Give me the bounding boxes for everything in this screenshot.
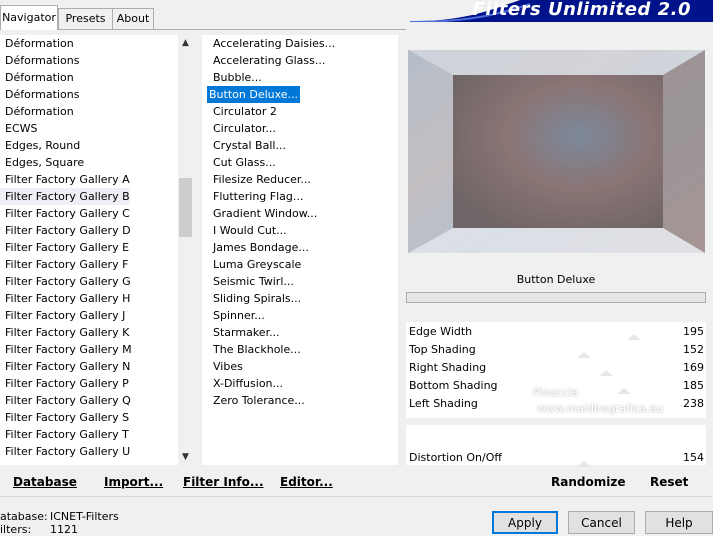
filter-info-button[interactable]: Filter Info... [183, 475, 264, 489]
status-database-value: ICNET-Filters [50, 510, 119, 523]
filter-item[interactable]: Cut Glass... [208, 154, 276, 171]
reset-button[interactable]: Reset [650, 475, 688, 489]
help-button[interactable]: Help [645, 511, 713, 534]
filter-item[interactable]: Accelerating Glass... [208, 52, 325, 69]
watermark-name: Pinuccia [533, 386, 579, 399]
tab-divider [0, 29, 406, 30]
watermark-url: www.maidiregrafica.eu [537, 402, 664, 415]
scroll-thumb[interactable] [179, 178, 192, 237]
import-button[interactable]: Import... [104, 475, 163, 489]
category-item[interactable]: Edges, Round [0, 137, 80, 154]
category-item[interactable]: Edges, Square [0, 154, 84, 171]
param-label: Top Shading [409, 343, 476, 356]
category-item[interactable]: Filter Factory Gallery K [0, 324, 129, 341]
filter-item[interactable]: X-Diffusion... [208, 375, 283, 392]
category-item[interactable]: Filter Factory Gallery E [0, 239, 129, 256]
apply-button[interactable]: Apply [492, 511, 558, 534]
category-item[interactable]: Filter Factory Gallery D [0, 222, 131, 239]
cancel-button[interactable]: Cancel [568, 511, 635, 534]
category-item[interactable]: Filter Factory Gallery B [0, 188, 130, 205]
tab-about[interactable]: About [112, 8, 154, 29]
filter-item[interactable]: Circulator... [208, 120, 276, 137]
status-filters-value: 1121 [50, 523, 78, 536]
category-item[interactable]: Déformations [0, 52, 79, 69]
filter-item[interactable]: James Bondage... [208, 239, 309, 256]
category-item[interactable]: Filter Factory Gallery U [0, 443, 130, 460]
scroll-down-icon[interactable]: ▼ [178, 449, 193, 465]
param-value: 195 [683, 325, 704, 338]
slider-thumb[interactable] [577, 352, 591, 358]
filter-item[interactable]: Fluttering Flag... [208, 188, 303, 205]
filter-item[interactable]: Luma Greyscale [208, 256, 301, 273]
category-item[interactable]: Déformation [0, 69, 74, 86]
tab-presets[interactable]: Presets [58, 8, 113, 29]
filter-item[interactable]: Vibes [208, 358, 243, 375]
footer-divider [0, 496, 713, 497]
status-filters-label: ilters: [0, 523, 32, 536]
filter-item[interactable]: Spinner... [208, 307, 265, 324]
filter-name: Button Deluxe [516, 273, 596, 286]
param-value: 154 [683, 451, 704, 464]
filter-item[interactable]: Gradient Window... [208, 205, 317, 222]
preview-pane [402, 35, 713, 261]
preview-image [408, 50, 705, 253]
category-item[interactable]: Filter Factory Gallery P [0, 375, 129, 392]
filter-item[interactable]: Filesize Reducer... [208, 171, 311, 188]
watermark-logo [501, 368, 527, 401]
editor-button[interactable]: Editor... [280, 475, 333, 489]
category-item[interactable]: Filter Factory Gallery M [0, 341, 132, 358]
param-label: Distortion On/Off [409, 451, 502, 464]
category-item[interactable]: Filter Factory Gallery G [0, 273, 131, 290]
app-title: Filters Unlimited 2.0 [472, 0, 691, 20]
category-item[interactable]: Filter Factory Gallery A [0, 171, 130, 188]
category-item[interactable]: Filter Factory Gallery C [0, 205, 130, 222]
watermark: Pinuccia www.maidiregrafica.eu [495, 366, 695, 416]
param-value: 152 [683, 343, 704, 356]
status-database-label: atabase: [0, 510, 48, 523]
category-item[interactable]: Filter Factory Gallery N [0, 358, 130, 375]
filter-item[interactable]: Crystal Ball... [208, 137, 286, 154]
category-scrollbar[interactable]: ▲ ▼ [178, 35, 193, 465]
category-item[interactable]: ECWS [0, 120, 38, 137]
param-distortion[interactable]: Distortion On/Off 154 [406, 449, 706, 466]
filter-item[interactable]: The Blackhole... [208, 341, 301, 358]
database-button[interactable]: Database [13, 475, 77, 489]
filter-item[interactable]: Button Deluxe... [207, 86, 301, 103]
category-item[interactable]: Filter Factory Gallery J [0, 307, 125, 324]
category-item[interactable]: Filter Factory Gallery T [0, 426, 129, 443]
category-item[interactable]: Déformations [0, 86, 79, 103]
filter-progress-bar [406, 292, 706, 303]
category-item[interactable]: Filter Factory Gallery Q [0, 392, 131, 409]
filter-list[interactable]: Accelerating Daisies... Accelerating Glas… [202, 35, 398, 465]
param-label: Left Shading [409, 397, 478, 410]
param-label: Right Shading [409, 361, 487, 374]
filter-item[interactable]: I Would Cut... [208, 222, 287, 239]
filter-item[interactable]: Starmaker... [208, 324, 280, 341]
category-item[interactable]: Filter Factory Gallery S [0, 409, 129, 426]
param-edge-width[interactable]: Edge Width 195 [406, 323, 706, 340]
category-item[interactable]: Déformation [0, 35, 74, 52]
param-label: Edge Width [409, 325, 473, 338]
filter-item[interactable]: Zero Tolerance... [208, 392, 305, 409]
param-top-shading[interactable]: Top Shading 152 [406, 341, 706, 358]
scroll-up-icon[interactable]: ▲ [178, 35, 193, 51]
category-item[interactable]: Filter Factory Gallery F [0, 256, 128, 273]
slider-thumb[interactable] [627, 334, 641, 340]
category-item[interactable]: Déformation [0, 103, 74, 120]
app-title-banner: Filters Unlimited 2.0 [410, 0, 713, 22]
filter-item[interactable]: Sliding Spirals... [208, 290, 301, 307]
filter-item[interactable]: Circulator 2 [208, 103, 277, 120]
filter-item[interactable]: Seismic Twirl... [208, 273, 294, 290]
category-item[interactable]: Filter Factory Gallery H [0, 290, 130, 307]
slider-thumb[interactable] [577, 461, 591, 467]
filter-item[interactable]: Accelerating Daisies... [208, 35, 335, 52]
category-list[interactable]: Déformation Déformations Déformation Déform… [0, 35, 193, 465]
filter-item[interactable]: Bubble... [208, 69, 262, 86]
param-label: Bottom Shading [409, 379, 498, 392]
tab-navigator[interactable]: Navigator [0, 5, 58, 30]
randomize-button[interactable]: Randomize [551, 475, 625, 489]
